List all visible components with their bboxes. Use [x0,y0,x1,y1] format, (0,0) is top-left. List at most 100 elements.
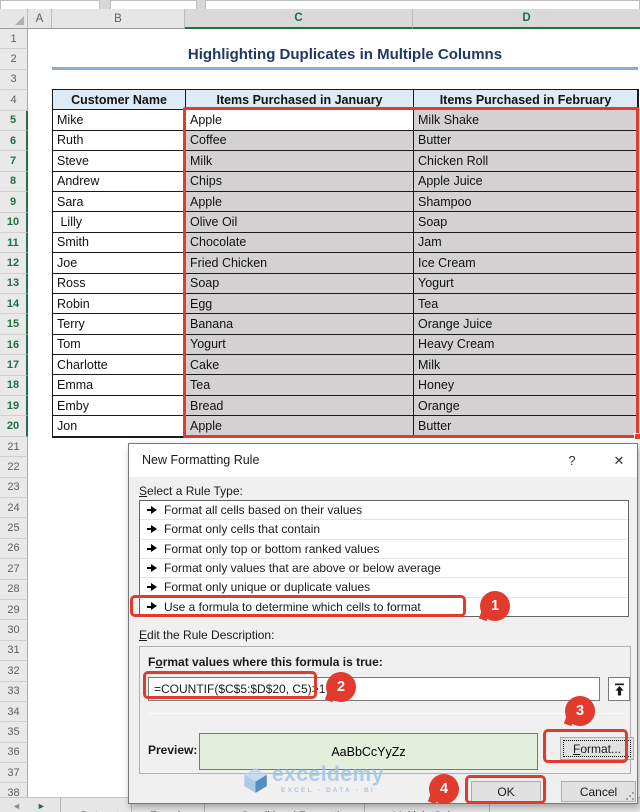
cell-jan-row16[interactable]: Yogurt [186,334,414,356]
row-header-37[interactable]: 37 [0,763,28,784]
rule-type-item-4[interactable]: Format only unique or duplicate values [140,578,628,598]
select-all-corner[interactable] [0,9,28,29]
rule-type-item-2[interactable]: Format only top or bottom ranked values [140,540,628,559]
cell-jan-row5[interactable]: Apple [186,110,414,131]
column-header-c[interactable]: C [185,9,413,29]
sheet-tab-0[interactable]: Dataset [69,798,132,812]
row-header-26[interactable]: 26 [0,538,28,560]
cell-feb-row12[interactable]: Ice Cream [414,253,638,274]
row-header-14[interactable]: 14 [0,294,28,315]
row-header-6[interactable]: 6 [0,130,28,152]
row-header-25[interactable]: 25 [0,518,28,539]
row-header-12[interactable]: 12 [0,253,28,274]
row-header-5[interactable]: 5 [0,110,28,131]
dialog-resize-grip[interactable] [625,791,634,800]
cell-feb-row7[interactable]: Chicken Roll [414,151,638,172]
help-icon[interactable]: ? [562,444,582,477]
cell-name-row10[interactable]: Lilly [53,212,186,233]
cell-feb-row17[interactable]: Milk [414,355,638,376]
cell-name-row13[interactable]: Ross [53,273,186,294]
column-header-d[interactable]: D [413,9,640,29]
row-header-3[interactable]: 3 [0,69,28,91]
ok-button[interactable]: OK [471,781,541,802]
row-header-32[interactable]: 32 [0,661,28,682]
row-header-17[interactable]: 17 [0,355,28,376]
tab-nav-left-icon[interactable]: ◄ [12,801,21,811]
dialog-titlebar[interactable]: New Formatting Rule ? ✕ [129,444,637,477]
cell-feb-row14[interactable]: Tea [414,293,638,315]
cell-feb-row11[interactable]: Jam [414,232,638,254]
row-header-19[interactable]: 19 [0,396,28,417]
cell-jan-row7[interactable]: Milk [186,151,414,172]
table-header-2[interactable]: Items Purchased in February [414,90,638,111]
row-header-11[interactable]: 11 [0,232,28,254]
cell-jan-row15[interactable]: Banana [186,314,414,335]
cell-jan-row8[interactable]: Chips [186,171,414,192]
cell-feb-row19[interactable]: Orange [414,395,638,417]
row-header-28[interactable]: 28 [0,579,28,600]
cell-jan-row6[interactable]: Coffee [186,130,414,152]
cell-name-row14[interactable]: Robin [53,293,186,315]
rule-type-item-0[interactable]: Format all cells based on their values [140,501,628,521]
cell-jan-row12[interactable]: Fried Chicken [186,253,414,274]
cell-jan-row10[interactable]: Olive Oil [186,212,414,233]
rule-type-item-3[interactable]: Format only values that are above or bel… [140,559,628,579]
row-header-10[interactable]: 10 [0,212,28,233]
cell-name-row12[interactable]: Joe [53,253,186,274]
table-header-1[interactable]: Items Purchased in January [186,90,414,111]
row-header-8[interactable]: 8 [0,171,28,193]
row-header-9[interactable]: 9 [0,192,28,213]
cell-jan-row20[interactable]: Apple [186,416,414,437]
row-header-15[interactable]: 15 [0,314,28,335]
cell-name-row17[interactable]: Charlotte [53,355,186,376]
rule-type-item-5[interactable]: Use a formula to determine which cells t… [140,598,628,616]
cell-jan-row19[interactable]: Bread [186,395,414,417]
cell-name-row15[interactable]: Terry [53,314,186,335]
cell-feb-row18[interactable]: Honey [414,375,638,396]
row-header-21[interactable]: 21 [0,436,28,458]
cell-feb-row20[interactable]: Butter [414,416,638,437]
cell-name-row8[interactable]: Andrew [53,171,186,192]
cell-jan-row17[interactable]: Cake [186,355,414,376]
cell-name-row6[interactable]: Ruth [53,130,186,152]
cell-name-row16[interactable]: Tom [53,334,186,356]
column-header-a[interactable]: A [28,9,52,29]
rule-type-item-1[interactable]: Format only cells that contain [140,520,628,540]
cell-feb-row13[interactable]: Yogurt [414,273,638,294]
row-header-4[interactable]: 4 [0,90,28,111]
cell-name-row9[interactable]: Sara [53,191,186,213]
collapse-dialog-button[interactable] [608,677,630,701]
row-header-7[interactable]: 7 [0,151,28,172]
row-header-1[interactable]: 1 [0,29,28,50]
cell-jan-row9[interactable]: Apple [186,191,414,213]
row-header-34[interactable]: 34 [0,701,28,723]
formula-input[interactable]: =COUNTIF($C$5:$D$20, C5)>1 [148,677,600,701]
column-header-b[interactable]: B [52,9,185,29]
cell-name-row7[interactable]: Steve [53,151,186,172]
row-header-33[interactable]: 33 [0,681,28,702]
cell-name-row18[interactable]: Emma [53,375,186,396]
cell-jan-row14[interactable]: Egg [186,293,414,315]
cell-feb-row10[interactable]: Soap [414,212,638,233]
row-header-24[interactable]: 24 [0,497,28,519]
row-header-20[interactable]: 20 [0,416,28,437]
cell-name-row11[interactable]: Smith [53,232,186,254]
cell-name-row5[interactable]: Mike [53,110,186,131]
format-button[interactable]: Format... [560,737,634,760]
cell-feb-row5[interactable]: Milk Shake [414,110,638,131]
cell-jan-row13[interactable]: Soap [186,273,414,294]
row-header-22[interactable]: 22 [0,457,28,478]
cell-feb-row8[interactable]: Apple Juice [414,171,638,192]
row-header-13[interactable]: 13 [0,273,28,295]
tab-nav-right-icon[interactable]: ► [37,801,46,811]
cell-feb-row16[interactable]: Heavy Cream [414,334,638,356]
cell-feb-row15[interactable]: Orange Juice [414,314,638,335]
cell-feb-row6[interactable]: Butter [414,130,638,152]
row-header-36[interactable]: 36 [0,742,28,764]
row-header-18[interactable]: 18 [0,375,28,397]
row-header-30[interactable]: 30 [0,620,28,641]
cell-name-row19[interactable]: Emby [53,395,186,417]
row-header-2[interactable]: 2 [0,49,28,70]
row-header-27[interactable]: 27 [0,559,28,580]
close-icon[interactable]: ✕ [607,444,631,477]
